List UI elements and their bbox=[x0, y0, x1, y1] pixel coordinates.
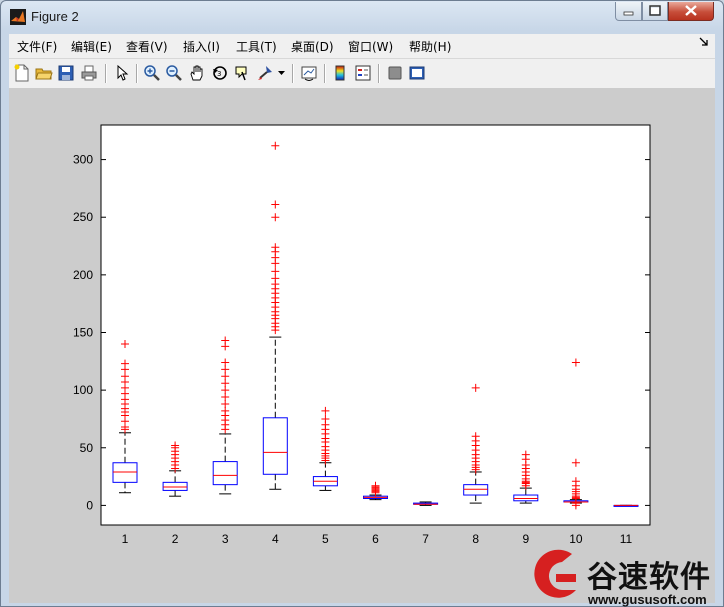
y-tick-label: 0 bbox=[86, 498, 93, 512]
toolbar-separator bbox=[105, 64, 107, 83]
menu-file[interactable]: 文件(F) bbox=[17, 38, 57, 55]
maximize-icon bbox=[649, 5, 661, 16]
watermark-url: www.gususoft.com bbox=[588, 592, 707, 607]
menu-desktop[interactable]: 桌面(D) bbox=[291, 38, 334, 55]
toolbar-separator bbox=[136, 64, 138, 83]
gususoft-logo-icon bbox=[534, 549, 576, 598]
menu-help[interactable]: 帮助(H) bbox=[409, 38, 451, 55]
x-tick-label: 2 bbox=[172, 532, 179, 546]
close-icon bbox=[685, 5, 697, 16]
y-tick-label: 300 bbox=[73, 153, 93, 167]
open-file-icon[interactable] bbox=[35, 64, 53, 82]
edit-plot-arrow-icon[interactable] bbox=[113, 64, 131, 82]
hide-plot-tools-icon[interactable] bbox=[386, 64, 404, 82]
boxplot-chart[interactable]: 0501001502002503001 2 3 4 5 6 7 8 9 10 11 bbox=[9, 88, 715, 603]
svg-text:3: 3 bbox=[217, 70, 221, 78]
toolbar-separator bbox=[324, 64, 326, 83]
watermark-text: 谷速软件 bbox=[587, 560, 711, 595]
menu-bar: 文件(F) 编辑(E) 查看(V) 插入(I) 工具(T) 桌面(D) 窗口(W… bbox=[9, 34, 715, 58]
toolbar-separator bbox=[378, 64, 380, 83]
matlab-logo-icon bbox=[10, 9, 26, 25]
zoom-in-icon[interactable] bbox=[143, 64, 161, 82]
menu-edit[interactable]: 编辑(E) bbox=[71, 38, 112, 55]
figure-window: Figure 2 文件(F) 编辑(E) 查看(V) 插入(I) 工具(T) 桌… bbox=[0, 0, 724, 607]
chevron-down-icon[interactable] bbox=[278, 71, 286, 77]
y-tick-label: 150 bbox=[73, 325, 93, 339]
maximize-button[interactable] bbox=[642, 2, 668, 21]
window-title: Figure 2 bbox=[31, 9, 79, 24]
link-plot-icon[interactable] bbox=[300, 64, 318, 82]
figure-toolbar: 3 bbox=[9, 58, 715, 89]
show-plot-tools-icon[interactable] bbox=[408, 64, 426, 82]
brush-icon[interactable] bbox=[256, 64, 274, 82]
plot-area bbox=[100, 124, 651, 526]
x-tick-label: 3 bbox=[222, 532, 229, 546]
dock-arrow-icon[interactable] bbox=[699, 37, 709, 47]
minimize-icon bbox=[623, 11, 634, 16]
gususoft-watermark: 谷速软件 www.gususoft.com bbox=[528, 540, 724, 607]
menu-tools[interactable]: 工具(T) bbox=[236, 38, 277, 55]
colorbar-icon[interactable] bbox=[331, 64, 349, 82]
print-icon[interactable] bbox=[80, 64, 98, 82]
x-tick-label: 7 bbox=[422, 532, 429, 546]
close-button[interactable] bbox=[668, 2, 714, 21]
menu-insert[interactable]: 插入(I) bbox=[183, 38, 220, 55]
y-tick-label: 50 bbox=[80, 441, 94, 455]
zoom-out-icon[interactable] bbox=[165, 64, 183, 82]
x-tick-label: 8 bbox=[472, 532, 479, 546]
x-tick-label: 5 bbox=[322, 532, 329, 546]
save-icon[interactable] bbox=[57, 64, 75, 82]
menu-window[interactable]: 窗口(W) bbox=[348, 38, 393, 55]
x-tick-label: 4 bbox=[272, 532, 279, 546]
legend-icon[interactable] bbox=[354, 64, 372, 82]
minimize-button[interactable] bbox=[615, 2, 642, 21]
pan-hand-icon[interactable] bbox=[188, 64, 206, 82]
x-tick-label: 6 bbox=[372, 532, 379, 546]
menu-view[interactable]: 查看(V) bbox=[126, 38, 168, 55]
y-tick-label: 200 bbox=[73, 268, 93, 282]
toolbar-separator bbox=[292, 64, 294, 83]
title-bar[interactable]: Figure 2 bbox=[1, 1, 723, 33]
data-cursor-icon[interactable] bbox=[233, 64, 251, 82]
y-tick-label: 250 bbox=[73, 210, 93, 224]
y-tick-label: 100 bbox=[73, 383, 93, 397]
x-tick-label: 1 bbox=[122, 532, 129, 546]
new-figure-icon[interactable] bbox=[13, 64, 31, 82]
rotate-3d-icon[interactable]: 3 bbox=[211, 64, 229, 82]
figure-canvas[interactable]: 0 50 100 150 200 250 300 1 2 3 4 5 6 7 8 9 10 11 bbox=[9, 88, 715, 603]
